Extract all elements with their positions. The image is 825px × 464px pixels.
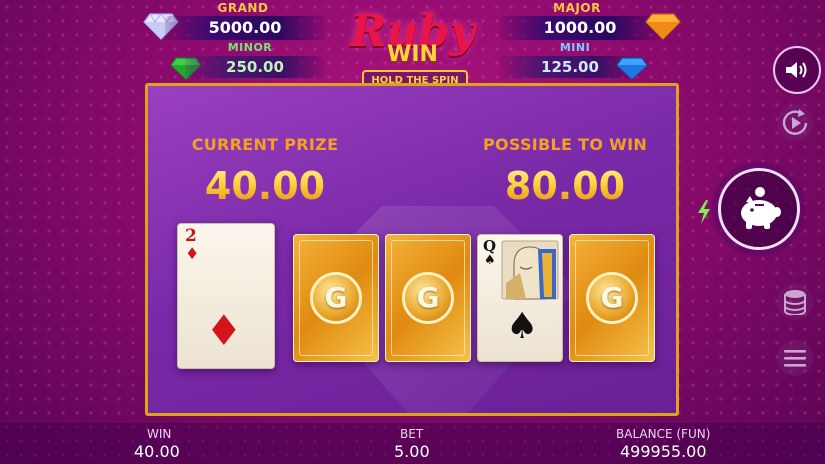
- spade-suit-icon: ♠: [484, 253, 496, 268]
- g-logo-icon: G: [310, 272, 362, 324]
- coins-stack-icon: [784, 290, 806, 315]
- playing-card-two-of-diamonds[interactable]: 2 ♦ ♦: [177, 223, 275, 369]
- speaker-icon: [786, 62, 807, 78]
- win-value: 40.00: [134, 442, 180, 461]
- playing-card-queen-of-spades[interactable]: Q ♠ ♠: [477, 234, 563, 362]
- major-value: 1000.00: [500, 16, 660, 40]
- current-prize-label: CURRENT PRIZE: [191, 135, 339, 154]
- major-label: MAJOR: [553, 1, 601, 15]
- game-panel: CURRENT PRIZE 40.00 POSSIBLE TO WIN 80.0…: [145, 83, 679, 416]
- sound-button[interactable]: [773, 46, 821, 94]
- status-bar: WIN 40.00 BET 5.00 BALANCE (FUN) 499955.…: [0, 423, 825, 464]
- menu-button[interactable]: [777, 340, 813, 376]
- card-back[interactable]: G: [293, 234, 379, 362]
- bet-button[interactable]: [777, 284, 813, 320]
- game-logo: Ruby WIN HOLD THE SPIN: [330, 2, 495, 94]
- orange-gem-icon: [645, 13, 681, 40]
- diamond-suit-icon: ♦: [185, 244, 200, 263]
- piggy-bank-icon: [741, 187, 781, 229]
- spade-suit-icon: ♠: [506, 305, 539, 347]
- card-back[interactable]: G: [569, 234, 655, 362]
- possible-win-value: 80.00: [460, 164, 670, 208]
- blue-sapphire-icon: [616, 57, 648, 80]
- minor-value: 250.00: [185, 56, 325, 78]
- bet-value: 5.00: [394, 442, 430, 461]
- current-prize-value: 40.00: [170, 164, 360, 208]
- balance-label: BALANCE (FUN): [616, 427, 711, 441]
- queen-portrait-icon: [501, 240, 559, 300]
- hamburger-icon: [784, 350, 806, 367]
- balance-value: 499955.00: [620, 442, 707, 461]
- grand-value: 5000.00: [165, 16, 325, 40]
- logo-subtitle: WIN: [387, 42, 438, 67]
- g-logo-icon: G: [586, 272, 638, 324]
- possible-win-label: POSSIBLE TO WIN: [482, 135, 648, 154]
- diamond-suit-icon: ♦: [205, 306, 243, 355]
- g-logo-icon: G: [402, 272, 454, 324]
- card-back[interactable]: G: [385, 234, 471, 362]
- win-label: WIN: [147, 427, 172, 441]
- card-rank: 2: [185, 226, 197, 246]
- collect-button[interactable]: [718, 168, 800, 250]
- minor-label: MINOR: [227, 41, 273, 54]
- bet-label: BET: [400, 427, 424, 441]
- grand-label: GRAND: [217, 1, 269, 15]
- mini-label: MINI: [559, 41, 591, 54]
- autoplay-button[interactable]: [777, 105, 813, 141]
- lightning-icon: [698, 200, 710, 224]
- play-icon: [782, 109, 808, 135]
